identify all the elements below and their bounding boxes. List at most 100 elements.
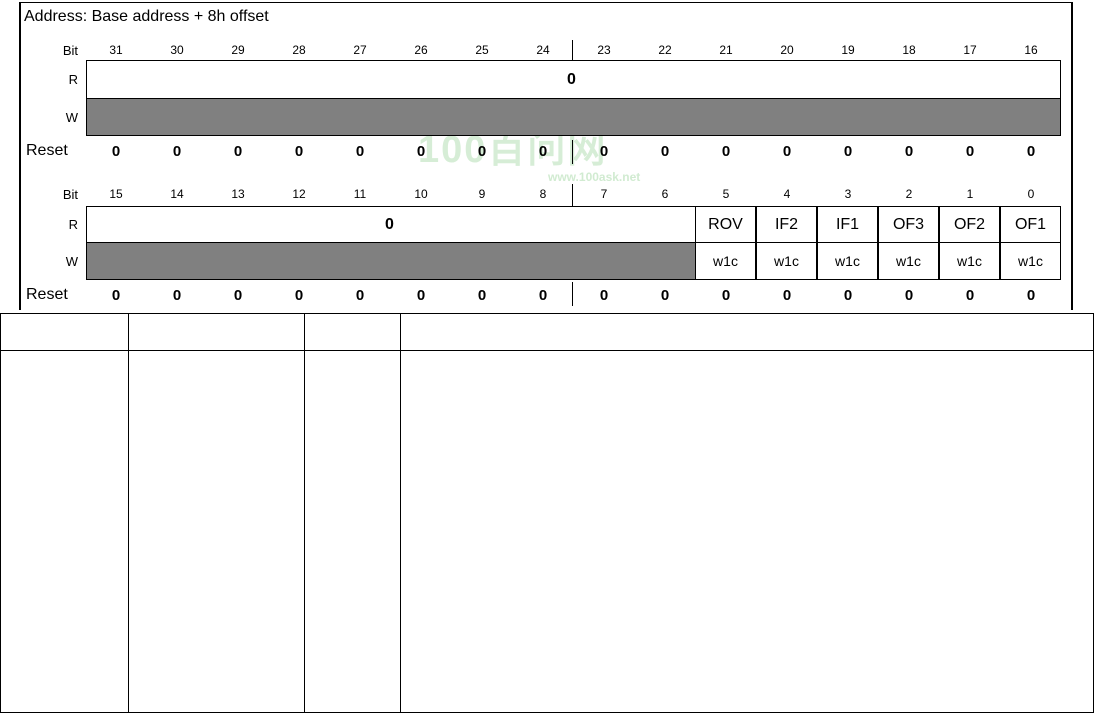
bit-number: 31 xyxy=(109,43,123,57)
reset-value: 0 xyxy=(233,287,243,304)
reset-value: 0 xyxy=(782,143,792,160)
divider-lower-bit xyxy=(572,184,573,206)
reset-value: 0 xyxy=(233,143,243,160)
bit-number: 18 xyxy=(902,43,916,57)
reset-value: 0 xyxy=(843,287,853,304)
bit-number: 25 xyxy=(475,43,489,57)
bit-number: 13 xyxy=(231,187,245,201)
bitfield-name: OF1 xyxy=(1000,206,1061,243)
reset-value: 0 xyxy=(477,143,487,160)
bitfield-name: IF2 xyxy=(756,206,817,243)
reset-value: 0 xyxy=(172,143,182,160)
reset-value: 0 xyxy=(1026,143,1036,160)
reset-value: 0 xyxy=(416,143,426,160)
bit-number: 12 xyxy=(292,187,306,201)
read-row-label-upper: R xyxy=(68,72,78,87)
bit-number: 24 xyxy=(536,43,550,57)
bit-number: 3 xyxy=(844,187,852,201)
reset-value: 0 xyxy=(782,287,792,304)
bit-number: 20 xyxy=(780,43,794,57)
reset-value: 0 xyxy=(599,143,609,160)
reset-label-upper: Reset xyxy=(26,142,68,159)
table-row xyxy=(0,350,1094,713)
bitfield-name: ROV xyxy=(695,206,756,243)
bit-number: 17 xyxy=(963,43,977,57)
reset-value: 0 xyxy=(355,143,365,160)
table-cell xyxy=(304,350,401,713)
bitfield-access: w1c xyxy=(939,242,1000,280)
reset-value: 0 xyxy=(1026,287,1036,304)
bit-row-label-lower: Bit xyxy=(62,187,78,202)
upper-write-reserved xyxy=(86,98,1061,136)
bitfield-access: w1c xyxy=(1000,242,1061,280)
bit-number: 9 xyxy=(478,187,486,201)
bit-number: 15 xyxy=(109,187,123,201)
write-row-label-upper: W xyxy=(65,110,78,125)
lower-write-reserved xyxy=(86,242,696,280)
bit-number: 22 xyxy=(658,43,672,57)
bit-number: 21 xyxy=(719,43,733,57)
table-header-row xyxy=(0,313,1094,351)
bitfield-name: OF2 xyxy=(939,206,1000,243)
address-title: Address: Base address + 8h offset xyxy=(24,8,269,25)
bit-number: 8 xyxy=(539,187,547,201)
bit-number: 10 xyxy=(414,187,428,201)
reset-value: 0 xyxy=(416,287,426,304)
table-cell xyxy=(0,350,129,713)
reset-value: 0 xyxy=(355,287,365,304)
reset-value: 0 xyxy=(294,143,304,160)
upper-read-value: 0 xyxy=(567,71,576,88)
bit-number: 19 xyxy=(841,43,855,57)
reset-value: 0 xyxy=(294,287,304,304)
lower-read-value: 0 xyxy=(385,216,394,233)
table-cell xyxy=(400,350,1094,713)
table-header-cell xyxy=(128,313,305,351)
divider-upper-reset xyxy=(572,140,573,164)
bitfield-access: w1c xyxy=(756,242,817,280)
write-row-label-lower: W xyxy=(65,254,78,269)
bit-number: 30 xyxy=(170,43,184,57)
reset-value: 0 xyxy=(660,143,670,160)
bit-row-label-upper: Bit xyxy=(62,43,78,58)
bit-number: 14 xyxy=(170,187,184,201)
bitfield-name: IF1 xyxy=(817,206,878,243)
reset-value: 0 xyxy=(721,143,731,160)
reset-value: 0 xyxy=(904,143,914,160)
reset-value: 0 xyxy=(721,287,731,304)
field-description-table xyxy=(0,313,1094,713)
bit-number: 11 xyxy=(353,187,367,201)
divider-lower-reset xyxy=(572,282,573,306)
reset-label-lower: Reset xyxy=(26,286,68,303)
table-header-cell xyxy=(400,313,1094,351)
watermark-url: www.100ask.net xyxy=(548,170,641,184)
reset-value: 0 xyxy=(111,143,121,160)
read-row-label-lower: R xyxy=(68,217,78,232)
table-header-cell xyxy=(304,313,401,351)
table-header-cell xyxy=(0,313,129,351)
bit-number: 23 xyxy=(597,43,611,57)
bitfield-access: w1c xyxy=(817,242,878,280)
reset-value: 0 xyxy=(660,287,670,304)
bit-number: 6 xyxy=(661,187,669,201)
reset-value: 0 xyxy=(538,143,548,160)
reset-value: 0 xyxy=(843,143,853,160)
bit-number: 27 xyxy=(353,43,367,57)
bit-number: 29 xyxy=(231,43,245,57)
reset-value: 0 xyxy=(965,143,975,160)
bit-number: 5 xyxy=(722,187,730,201)
bit-number: 16 xyxy=(1024,43,1038,57)
bitfield-name: OF3 xyxy=(878,206,939,243)
divider-upper-bit xyxy=(572,40,573,60)
bit-number: 1 xyxy=(966,187,974,201)
reset-value: 0 xyxy=(538,287,548,304)
reset-value: 0 xyxy=(904,287,914,304)
bit-number: 26 xyxy=(414,43,428,57)
reset-value: 0 xyxy=(172,287,182,304)
bit-number: 0 xyxy=(1027,187,1035,201)
bit-number: 7 xyxy=(600,187,608,201)
bit-number: 4 xyxy=(783,187,791,201)
bit-number: 2 xyxy=(905,187,913,201)
bit-number: 28 xyxy=(292,43,306,57)
reset-value: 0 xyxy=(965,287,975,304)
bitfield-access: w1c xyxy=(878,242,939,280)
